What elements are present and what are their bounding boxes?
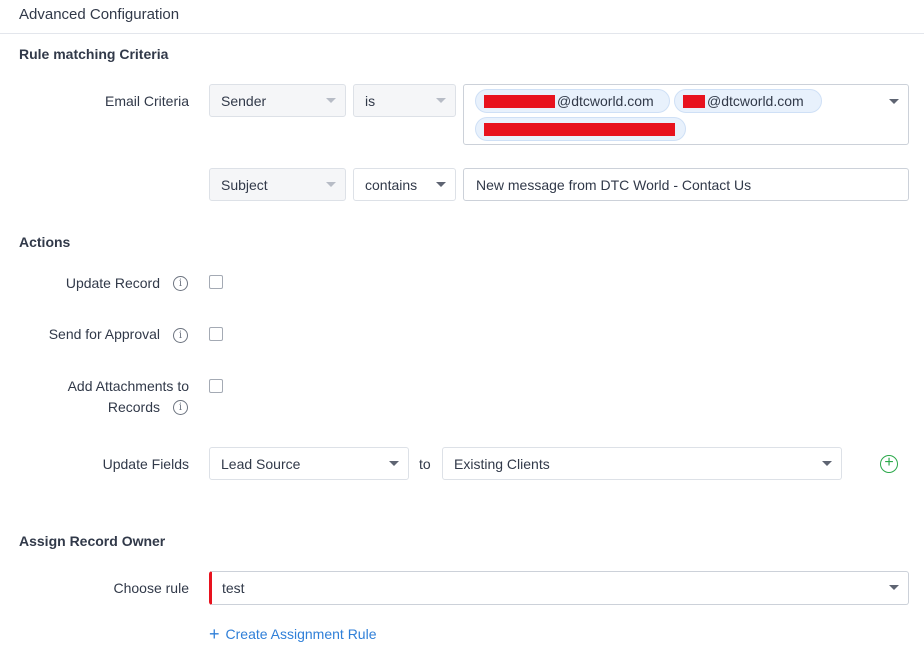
chevron-down-icon — [436, 98, 446, 103]
email-values-multiselect[interactable]: @dtcworld.com @dtcworld.com — [463, 84, 909, 145]
info-icon[interactable]: i — [173, 328, 188, 343]
add-attachments-label-line2: Records — [107, 399, 160, 415]
chevron-down-icon — [326, 98, 336, 103]
subject-value-text: New message from DTC World - Contact Us — [476, 176, 752, 193]
header-divider — [0, 33, 924, 34]
choose-rule-value: test — [222, 580, 245, 596]
subject-field-select[interactable]: Subject — [209, 168, 346, 201]
actions-title: Actions — [19, 234, 71, 250]
subject-field-value: Subject — [221, 176, 268, 193]
email-chip-domain: @dtcworld.com — [707, 93, 804, 109]
update-value-text: Existing Clients — [454, 455, 550, 472]
rule-matching-title: Rule matching Criteria — [19, 46, 169, 62]
create-assignment-rule-link[interactable]: + Create Assignment Rule — [209, 624, 377, 644]
email-operator-value: is — [365, 92, 376, 109]
add-attachments-checkbox[interactable] — [209, 379, 223, 393]
email-chip[interactable] — [475, 117, 686, 141]
create-assignment-rule-text: Create Assignment Rule — [225, 626, 377, 642]
email-criteria-label: Email Criteria — [104, 93, 189, 109]
send-for-approval-checkbox[interactable] — [209, 327, 223, 341]
redaction-block — [484, 122, 675, 136]
email-chip[interactable]: @dtcworld.com — [674, 89, 822, 113]
chevron-down-icon — [389, 461, 399, 466]
email-operator-select[interactable]: is — [353, 84, 456, 117]
update-record-label: Update Record — [65, 275, 160, 291]
send-for-approval-label: Send for Approval — [48, 326, 160, 342]
choose-rule-label: Choose rule — [113, 580, 190, 596]
choose-rule-select[interactable]: test — [209, 571, 909, 605]
update-record-checkbox[interactable] — [209, 275, 223, 289]
chevron-down-icon — [889, 585, 899, 590]
update-fields-label: Update Fields — [102, 456, 189, 472]
update-field-value: Lead Source — [221, 455, 301, 472]
to-label: to — [419, 456, 431, 472]
chevron-down-icon — [326, 182, 336, 187]
redaction-block — [484, 94, 555, 108]
add-field-icon[interactable]: + — [880, 455, 898, 473]
page-title: Advanced Configuration — [19, 6, 180, 23]
assign-owner-title: Assign Record Owner — [19, 533, 166, 549]
redaction-block — [683, 94, 705, 108]
chevron-down-icon[interactable] — [889, 99, 899, 104]
email-field-select[interactable]: Sender — [209, 84, 346, 117]
subject-value-input[interactable]: New message from DTC World - Contact Us — [463, 168, 909, 201]
chevron-down-icon — [436, 182, 446, 187]
subject-operator-select[interactable]: contains — [353, 168, 456, 201]
plus-icon: + — [209, 624, 220, 644]
info-icon[interactable]: i — [173, 400, 188, 415]
email-chip[interactable]: @dtcworld.com — [475, 89, 670, 113]
email-chip-domain: @dtcworld.com — [557, 93, 654, 109]
add-attachments-label: Add Attachments to — [67, 378, 189, 394]
update-value-select[interactable]: Existing Clients — [442, 447, 842, 480]
chevron-down-icon — [822, 461, 832, 466]
info-icon[interactable]: i — [173, 276, 188, 291]
email-field-value: Sender — [221, 92, 267, 109]
update-field-select[interactable]: Lead Source — [209, 447, 409, 480]
subject-operator-value: contains — [365, 176, 418, 193]
